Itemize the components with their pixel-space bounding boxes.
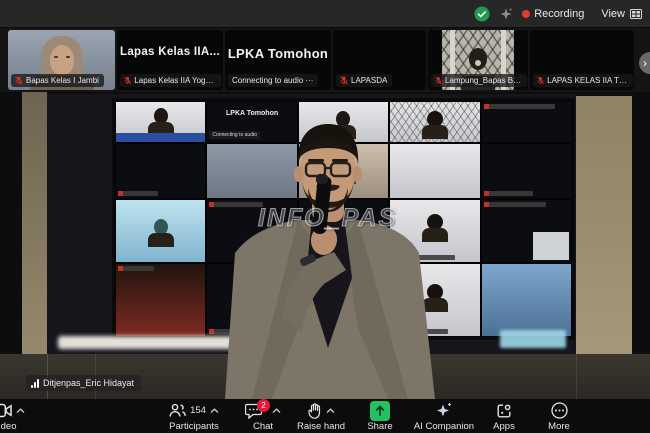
person-eyes [53,56,70,58]
speaker-person [225,124,435,399]
tv-tile [116,102,206,142]
chat-label: Chat [252,421,274,432]
tv-participant-name: LPKA Tomohon [226,110,279,117]
raise-hand-icon [307,402,322,419]
share-label: Share [367,421,393,432]
floor-seam [576,354,577,399]
view-button[interactable]: View [601,8,642,20]
participants-count: 154 [190,405,206,416]
video-options-caret[interactable] [16,407,25,414]
participants-caret[interactable] [210,407,219,414]
apps-icon [496,403,512,419]
participants-icon [169,403,186,418]
meeting-topbar: Recording View [0,0,650,28]
chat-caret[interactable] [272,407,281,414]
active-speaker-video: LPKA Tomohon Connecting to audio INFO_PA… [0,92,650,399]
participant-display-name: LPKA Tomohon [227,46,329,61]
participant-display-name: Lapas Kelas IIA... [120,46,220,58]
ai-companion-icon [435,402,453,419]
connecting-status: Connecting to audio ··· [232,76,314,85]
participant-name: Bapas Kelas I Jambi [26,76,99,85]
tv-tile [481,102,571,142]
apps-button[interactable]: Apps [482,401,526,432]
more-label: More [548,421,570,432]
tv-tile [481,200,571,262]
speaker-name-pill: Ditjenpas_Eric Hidayat [26,375,142,391]
video-filmstrip: Bapas Kelas I Jambi Lapas Kelas IIA... L… [0,28,650,92]
participant-tile-lpka-tomohon[interactable]: LPKA Tomohon Connecting to audio ··· [225,30,331,90]
person-face [49,45,74,75]
tv-bottom-glow [500,330,566,348]
tv-tile [116,264,206,336]
participant-name: Lapas Kelas IIA Yogyak... [134,76,217,85]
zoom-meeting-window: Recording View Bapas Kelas I Jambi Lapas… [0,0,650,433]
connecting-audio-pill: Connecting to audio ··· [228,74,319,87]
raise-hand-label: Raise hand [296,421,346,432]
recording-indicator: Recording [522,8,584,20]
raise-hand-button[interactable]: Raise hand [290,401,352,432]
muted-mic-icon [15,76,23,85]
tv-tile [481,144,571,198]
video-button-label: ideo [0,421,17,432]
video-camera-icon [0,403,12,418]
participant-name-pill: Lapas Kelas IIA Yogyak... [120,74,222,87]
stop-video-button[interactable]: ideo [0,401,25,432]
tv-tile [481,264,571,336]
meeting-toolbar: ideo 154 Participants 2 Chat Raise hand … [0,399,650,433]
apps-label: Apps [493,421,515,432]
tv-tile [116,200,206,262]
share-screen-icon [370,400,390,421]
filmstrip-next-arrow[interactable]: › [639,52,650,74]
muted-mic-icon [124,76,132,85]
recording-dot-icon [522,10,531,18]
audio-level-icon [31,378,39,388]
participants-button[interactable]: 154 Participants [158,401,230,432]
more-icon [550,402,568,419]
speaker-name: Ditjenpas_Eric Hidayat [43,378,135,388]
ai-companion-label: AI Companion [413,421,475,432]
participant-tile-bapas-jambi[interactable]: Bapas Kelas I Jambi [8,30,115,90]
participant-name-pill: Lampung_Bapas Band... [431,74,527,87]
chat-icon: 2 [245,399,270,419]
participant-name: Lampung_Bapas Band... [445,76,522,85]
participant-name-pill: LAPASDA [336,74,393,87]
participant-name: LAPASDA [351,76,388,85]
participant-name-pill: LAPAS KELAS IIA TEM... [533,74,633,87]
person-head [469,48,487,70]
chat-unread-badge: 2 [257,399,270,412]
watermark: INFO_PAS [257,204,398,233]
muted-mic-icon [340,76,348,85]
recording-label: Recording [534,8,585,20]
participant-name-pill: Bapas Kelas I Jambi [11,74,104,87]
more-button[interactable]: More [536,401,582,432]
participant-name: LAPAS KELAS IIA TEM... [547,76,628,85]
participants-label: Participants [169,421,219,432]
tv-tile [116,144,206,198]
chat-button[interactable]: 2 Chat [240,399,286,432]
muted-mic-icon [537,76,544,85]
muted-mic-icon [435,76,442,85]
security-shield-icon[interactable] [474,6,490,22]
participant-tile-lampung-bapas[interactable]: Lampung_Bapas Band... [428,30,528,90]
ai-companion-button[interactable]: AI Companion [406,401,482,432]
raise-hand-caret[interactable] [326,407,335,414]
person-mouth [475,60,481,66]
view-grid-icon [630,8,642,20]
view-label: View [601,8,625,20]
participant-tile-lapasda[interactable]: LAPASDA [333,30,426,90]
participant-tile-lapas-tembilahan[interactable]: LAPAS KELAS IIA TEM... [530,30,634,90]
room-pillar [22,92,47,399]
share-button[interactable]: Share [356,400,404,432]
ai-sparkle-icon[interactable] [499,7,513,21]
participant-tile-lapas-yogyakarta[interactable]: Lapas Kelas IIA... Lapas Kelas IIA Yogya… [117,30,223,90]
